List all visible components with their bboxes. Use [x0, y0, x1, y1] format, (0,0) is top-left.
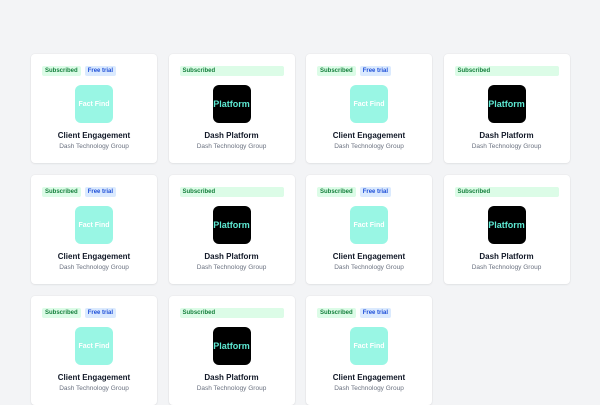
- badge-row: Subscribed Free trial: [317, 66, 421, 76]
- product-logo: Platform: [212, 85, 251, 123]
- free-trial-badge: Free trial: [359, 308, 392, 318]
- subscribed-badge: Subscribed: [42, 66, 81, 76]
- product-logo: Fact Find: [350, 206, 388, 244]
- product-logo: Platform: [212, 327, 251, 365]
- product-company: Dash Technology Group: [334, 264, 404, 271]
- badge-row: Subscribed: [454, 66, 559, 76]
- product-logo: Platform: [212, 206, 251, 244]
- subscribed-badge: Subscribed: [179, 187, 284, 197]
- product-card[interactable]: Subscribed Free trial Fact Find Client Enga…: [306, 54, 432, 163]
- badge-row: Subscribed Free trial: [42, 308, 146, 318]
- product-name: Client Engagement: [332, 373, 406, 382]
- badge-row: Subscribed Free trial: [317, 308, 421, 318]
- product-card[interactable]: Subscribed Free trial Fact Find Client Enga…: [306, 175, 432, 284]
- product-company: Dash Technology Group: [59, 264, 129, 271]
- product-name: Client Engagement: [57, 373, 131, 382]
- subscribed-badge: Subscribed: [42, 187, 81, 197]
- product-company: Dash Technology Group: [334, 143, 404, 150]
- product-company: Dash Technology Group: [334, 385, 404, 392]
- product-name: Dash Platform: [479, 131, 534, 140]
- badge-row: Subscribed: [179, 308, 284, 318]
- badge-row: Subscribed Free trial: [42, 187, 146, 197]
- subscribed-badge: Subscribed: [454, 187, 559, 197]
- badge-row: Subscribed: [454, 187, 559, 197]
- subscribed-badge: Subscribed: [179, 66, 284, 76]
- product-card[interactable]: Subscribed Platform Dash Platform Dash Tech…: [168, 54, 295, 163]
- product-card[interactable]: Subscribed Platform Dash Platform Dash Tech…: [168, 175, 295, 284]
- product-name: Client Engagement: [332, 252, 406, 261]
- product-logo: Fact Find: [350, 327, 388, 365]
- product-logo: Fact Find: [75, 206, 113, 244]
- product-name: Client Engagement: [57, 252, 131, 261]
- product-card[interactable]: Subscribed Free trial Fact Find Client Enga…: [31, 175, 157, 284]
- product-card[interactable]: Subscribed Platform Dash Platform Dash Tech…: [168, 296, 295, 405]
- product-logo: Fact Find: [75, 327, 113, 365]
- badge-row: Subscribed: [179, 66, 284, 76]
- product-name: Dash Platform: [479, 252, 534, 261]
- product-name: Dash Platform: [204, 131, 259, 140]
- product-company: Dash Technology Group: [196, 143, 267, 150]
- subscribed-badge: Subscribed: [317, 308, 356, 318]
- free-trial-badge: Free trial: [359, 66, 392, 76]
- free-trial-badge: Free trial: [84, 308, 117, 318]
- badge-row: Subscribed Free trial: [42, 66, 146, 76]
- product-card[interactable]: Subscribed Platform Dash Platform Dash Tech…: [443, 175, 570, 284]
- badge-row: Subscribed Free trial: [317, 187, 421, 197]
- subscribed-badge: Subscribed: [454, 66, 559, 76]
- free-trial-badge: Free trial: [84, 66, 117, 76]
- product-grid: Subscribed Free trial Fact Find Client Enga…: [31, 54, 570, 405]
- product-company: Dash Technology Group: [196, 264, 267, 271]
- product-name: Client Engagement: [57, 131, 131, 140]
- product-logo: Platform: [487, 206, 526, 244]
- product-logo: Fact Find: [350, 85, 388, 123]
- product-name: Client Engagement: [332, 131, 406, 140]
- product-card[interactable]: Subscribed Free trial Fact Find Client Enga…: [31, 296, 157, 405]
- product-company: Dash Technology Group: [196, 385, 267, 392]
- badge-row: Subscribed: [179, 187, 284, 197]
- product-company: Dash Technology Group: [471, 143, 542, 150]
- product-logo: Platform: [487, 85, 526, 123]
- product-company: Dash Technology Group: [59, 143, 129, 150]
- product-name: Dash Platform: [204, 373, 259, 382]
- product-logo: Fact Find: [75, 85, 113, 123]
- subscribed-badge: Subscribed: [317, 187, 356, 197]
- product-card[interactable]: Subscribed Free trial Fact Find Client Enga…: [31, 54, 157, 163]
- subscribed-badge: Subscribed: [179, 308, 284, 318]
- subscribed-badge: Subscribed: [317, 66, 356, 76]
- free-trial-badge: Free trial: [359, 187, 392, 197]
- product-card[interactable]: Subscribed Platform Dash Platform Dash Tech…: [443, 54, 570, 163]
- subscribed-badge: Subscribed: [42, 308, 81, 318]
- product-company: Dash Technology Group: [59, 385, 129, 392]
- product-card[interactable]: Subscribed Free trial Fact Find Client Enga…: [306, 296, 432, 405]
- product-name: Dash Platform: [204, 252, 259, 261]
- free-trial-badge: Free trial: [84, 187, 117, 197]
- product-company: Dash Technology Group: [471, 264, 542, 271]
